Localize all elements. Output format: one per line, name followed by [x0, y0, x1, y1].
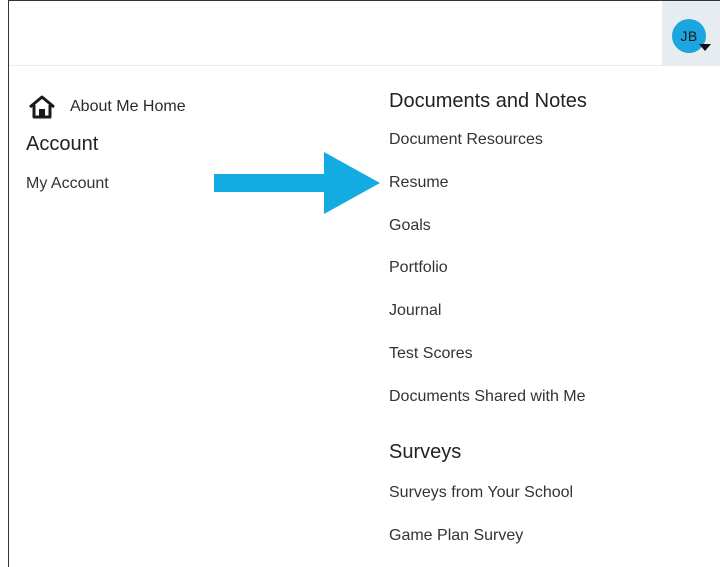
game-plan-survey-link[interactable]: Game Plan Survey [389, 527, 523, 545]
my-account-link[interactable]: My Account [26, 175, 109, 193]
account-heading: Account [26, 133, 99, 155]
about-me-home-link[interactable]: About Me Home [27, 94, 186, 120]
home-icon [29, 95, 55, 119]
top-bar: JB [9, 1, 720, 66]
user-menu-toggle[interactable]: JB [662, 1, 720, 65]
arrow-right-icon [214, 152, 380, 214]
documents-shared-with-me-link[interactable]: Documents Shared with Me [389, 388, 586, 406]
caret-down-icon[interactable] [699, 44, 711, 51]
documents-and-notes-heading: Documents and Notes [389, 90, 587, 112]
test-scores-link[interactable]: Test Scores [389, 345, 473, 363]
journal-link[interactable]: Journal [389, 302, 441, 320]
resume-link[interactable]: Resume [389, 174, 449, 192]
portfolio-link[interactable]: Portfolio [389, 259, 448, 277]
surveys-heading: Surveys [389, 441, 462, 463]
dropdown-menu-panel: JB About Me Home Account My Account Docu… [8, 0, 720, 567]
goals-link[interactable]: Goals [389, 217, 431, 235]
about-me-home-label: About Me Home [70, 98, 186, 115]
surveys-from-your-school-link[interactable]: Surveys from Your School [389, 484, 573, 502]
document-resources-link[interactable]: Document Resources [389, 131, 543, 149]
